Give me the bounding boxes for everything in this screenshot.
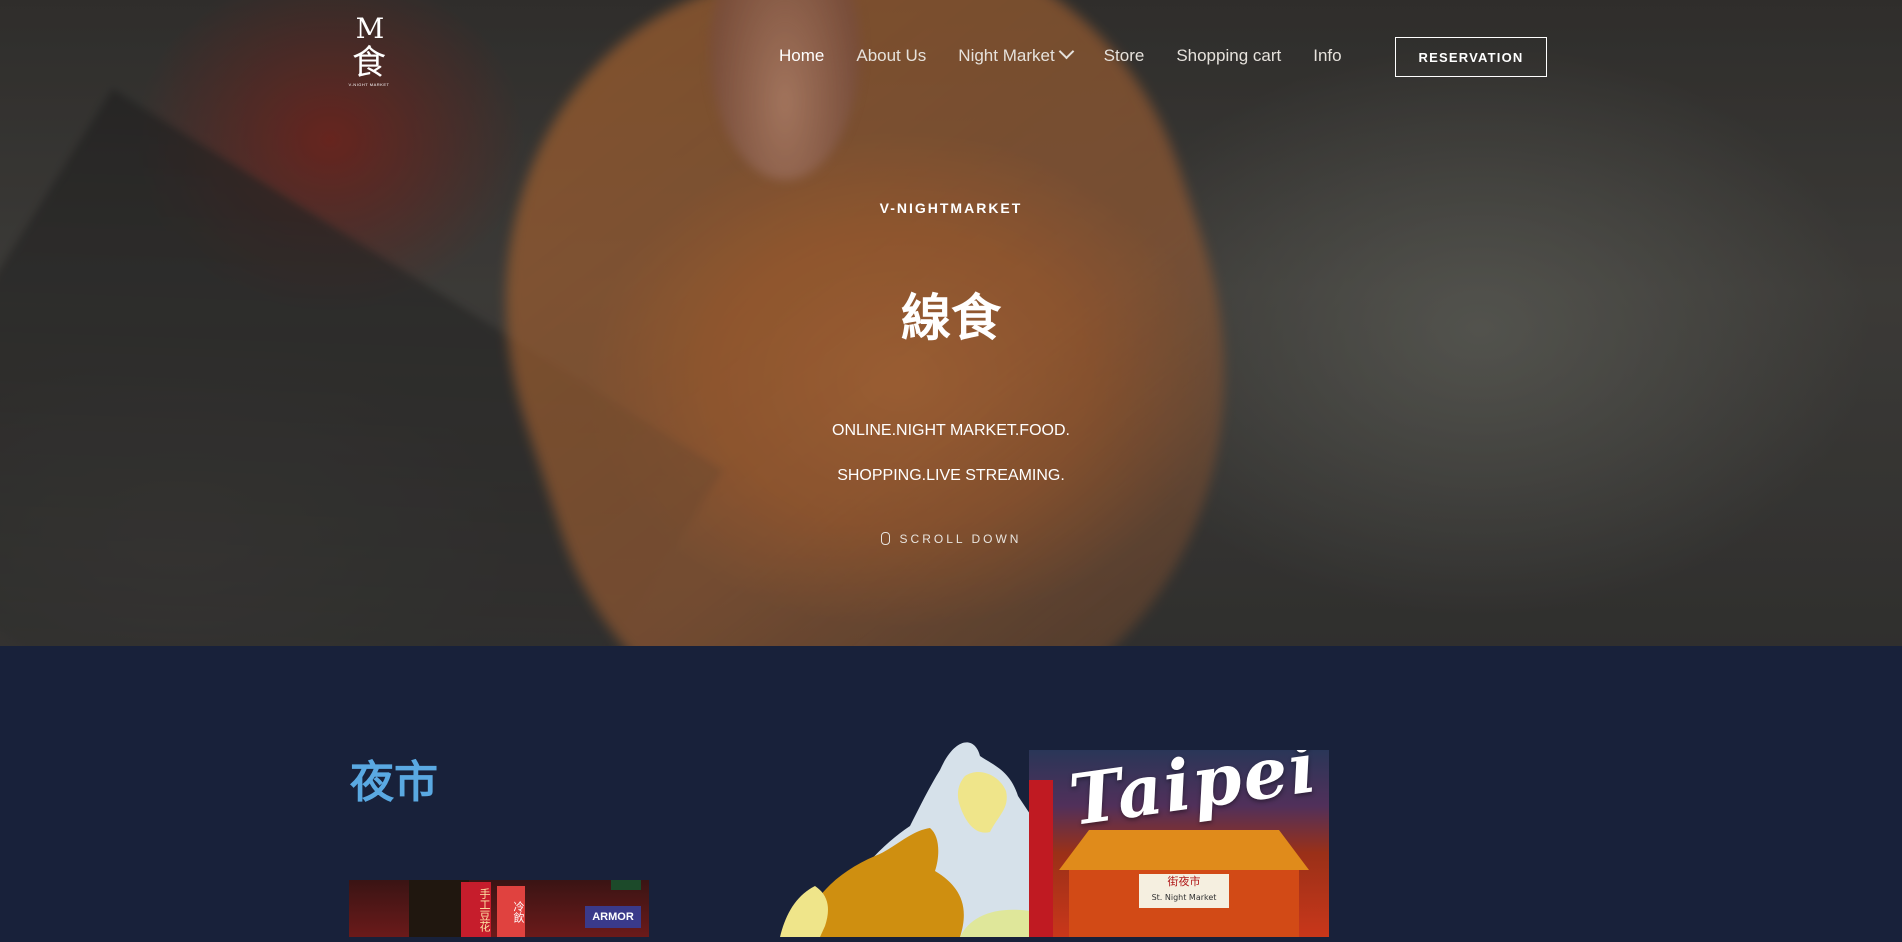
nav-home[interactable]: Home [779, 46, 824, 66]
nav-night-market-label: Night Market [958, 46, 1055, 65]
nav-store[interactable]: Store [1104, 46, 1145, 66]
nav-info[interactable]: Info [1313, 46, 1341, 66]
card-side-banner [1029, 780, 1053, 937]
section-heading: 夜市 [350, 757, 438, 808]
card-sign-en: St. Night Market [1151, 893, 1217, 902]
hero-title: 線食 [901, 289, 1001, 347]
mouse-icon [880, 532, 890, 545]
night-market-section: 夜市 手工豆花 冷飲 ARMOR 街夜市 St. Night Market Ta… [0, 646, 1902, 937]
hero-banner: M 食 V-NIGHT MARKET Home About Us Night M… [0, 0, 1902, 646]
thumb-sign-3: ARMOR [585, 906, 641, 928]
site-logo[interactable]: M 食 V-NIGHT MARKET [348, 14, 390, 102]
taiwan-map-svg [780, 742, 1030, 937]
nav-shopping-cart[interactable]: Shopping cart [1176, 46, 1281, 66]
hero-kicker: V-NIGHTMARKET [879, 200, 1023, 216]
taipei-card[interactable]: 街夜市 St. Night Market Taipei [1029, 750, 1329, 937]
chevron-down-icon[interactable] [1058, 43, 1074, 60]
taiwan-map[interactable] [770, 736, 1040, 937]
logo-subtitle: V-NIGHT MARKET [348, 82, 390, 87]
logo-mark: M [355, 12, 385, 45]
scroll-down-link[interactable]: SCROLL DOWN [0, 530, 1902, 546]
card-gate-sign: 街夜市 St. Night Market [1139, 874, 1229, 908]
night-market-thumbnail[interactable]: 手工豆花 冷飲 ARMOR [349, 880, 649, 937]
thumb-sign-4 [611, 880, 641, 890]
main-nav: Home About Us Night Market Store Shoppin… [779, 43, 1374, 66]
card-title: Taipei [1064, 750, 1323, 842]
hero-tagline-1: ONLINE.NIGHT MARKET.FOOD. [832, 422, 1070, 439]
reservation-button[interactable]: RESERVATION [1395, 37, 1547, 77]
nav-night-market[interactable]: Night Market [958, 43, 1074, 66]
card-sign-zh: 街夜市 [1167, 875, 1201, 888]
hero-tagline-2: SHOPPING.LIVE STREAMING. [837, 467, 1065, 484]
nav-about-us[interactable]: About Us [856, 46, 926, 66]
logo-character: 食 [352, 43, 386, 83]
thumb-building [409, 880, 469, 937]
thumb-sign-2: 冷飲 [497, 886, 525, 937]
map-region-west [780, 886, 828, 937]
scroll-down-label: SCROLL DOWN [899, 532, 1022, 546]
thumb-sign-1: 手工豆花 [461, 882, 491, 937]
